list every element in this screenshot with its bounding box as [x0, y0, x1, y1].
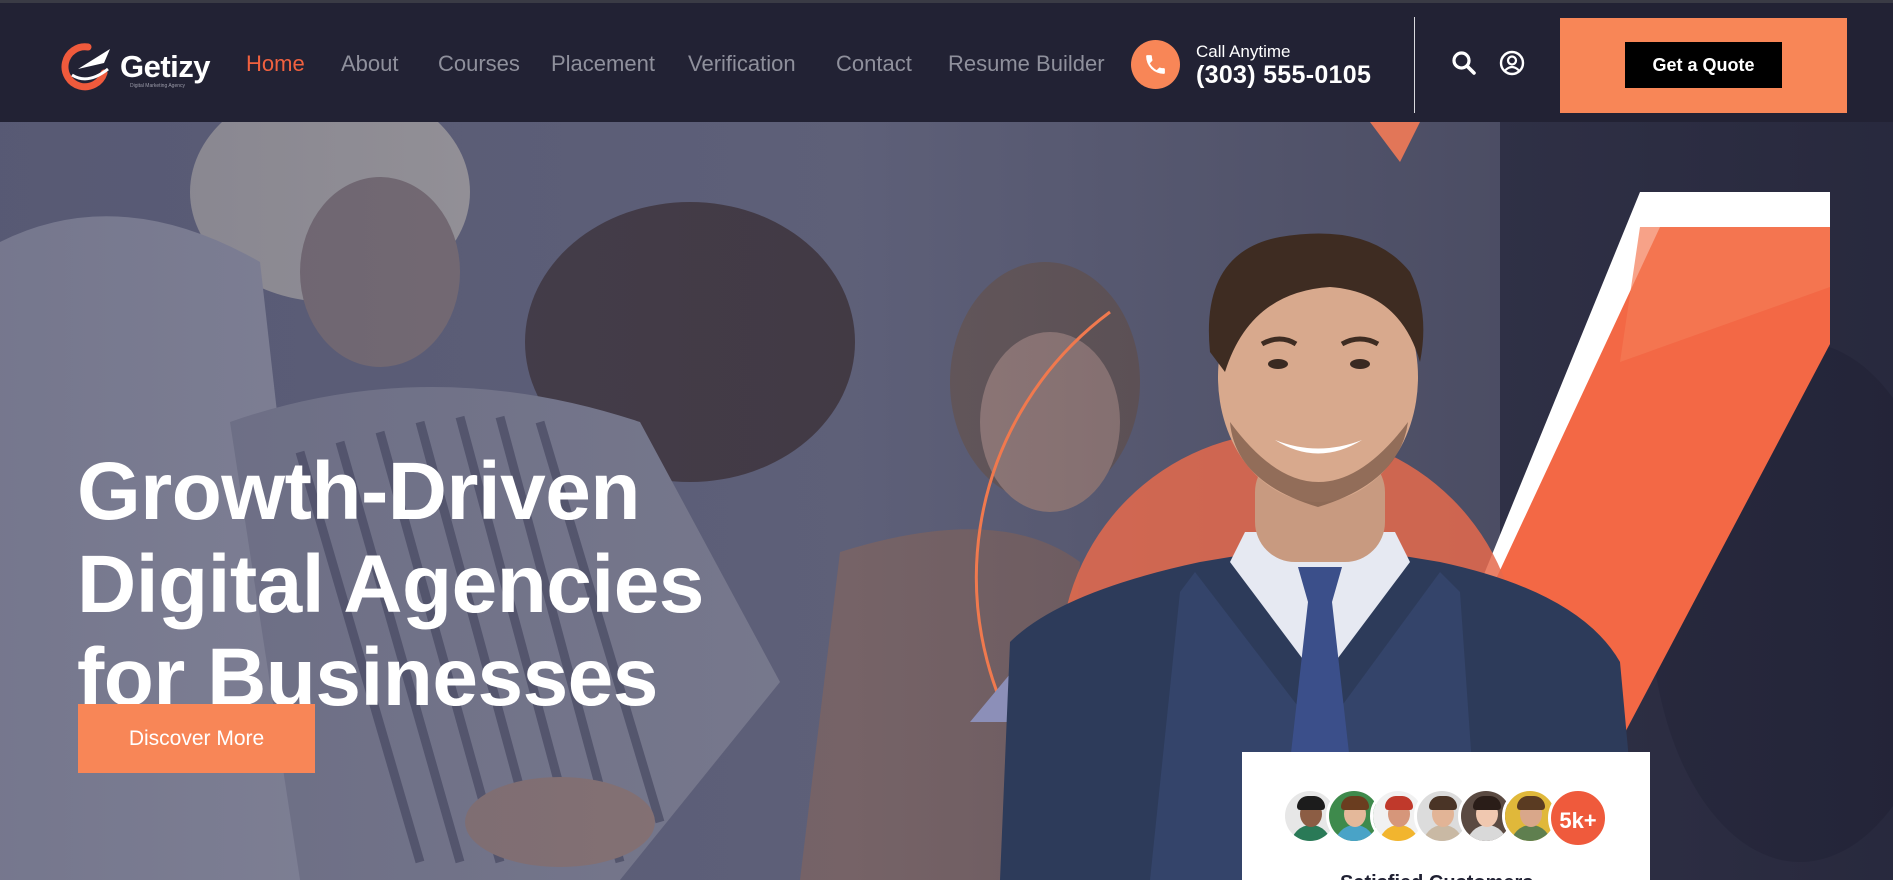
get-a-quote-button[interactable]: Get a Quote: [1625, 42, 1782, 88]
nav-item-home[interactable]: Home: [246, 51, 305, 77]
customers-card: 5k+ Satisfied Customers: [1242, 752, 1650, 880]
nav-item-placement[interactable]: Placement: [551, 51, 655, 77]
logo[interactable]: Getizy Digital Marketing Agency: [58, 39, 228, 91]
site-header: Getizy Digital Marketing Agency Home Abo…: [0, 3, 1893, 122]
quote-panel: Get a Quote: [1560, 18, 1847, 113]
user-icon[interactable]: [1499, 50, 1525, 81]
logo-icon: [61, 43, 110, 91]
hero-section: Growth-Driven Digital Agencies for Busin…: [0, 122, 1893, 880]
logo-text: Getizy: [120, 49, 211, 84]
nav-item-resume-builder[interactable]: Resume Builder: [948, 51, 1105, 77]
header-divider: [1414, 17, 1415, 113]
nav-item-courses[interactable]: Courses: [438, 51, 520, 77]
phone-icon[interactable]: [1131, 40, 1180, 89]
customer-count-badge: 5k+: [1548, 788, 1608, 848]
hero-title: Growth-Driven Digital Agencies for Busin…: [77, 445, 877, 724]
hero-title-line-1: Growth-Driven: [77, 445, 640, 537]
customers-caption: Satisfied Customers: [1340, 872, 1533, 880]
phone-number[interactable]: (303) 555-0105: [1196, 61, 1371, 90]
nav-item-contact[interactable]: Contact: [836, 51, 912, 77]
logo-tagline: Digital Marketing Agency: [130, 83, 186, 89]
search-icon[interactable]: [1451, 50, 1477, 81]
nav-item-verification[interactable]: Verification: [688, 51, 796, 77]
discover-more-button[interactable]: Discover More: [78, 704, 315, 773]
nav-item-about[interactable]: About: [341, 51, 399, 77]
hero-title-line-2: Digital Agencies: [77, 538, 704, 630]
call-label: Call Anytime: [1196, 42, 1291, 61]
